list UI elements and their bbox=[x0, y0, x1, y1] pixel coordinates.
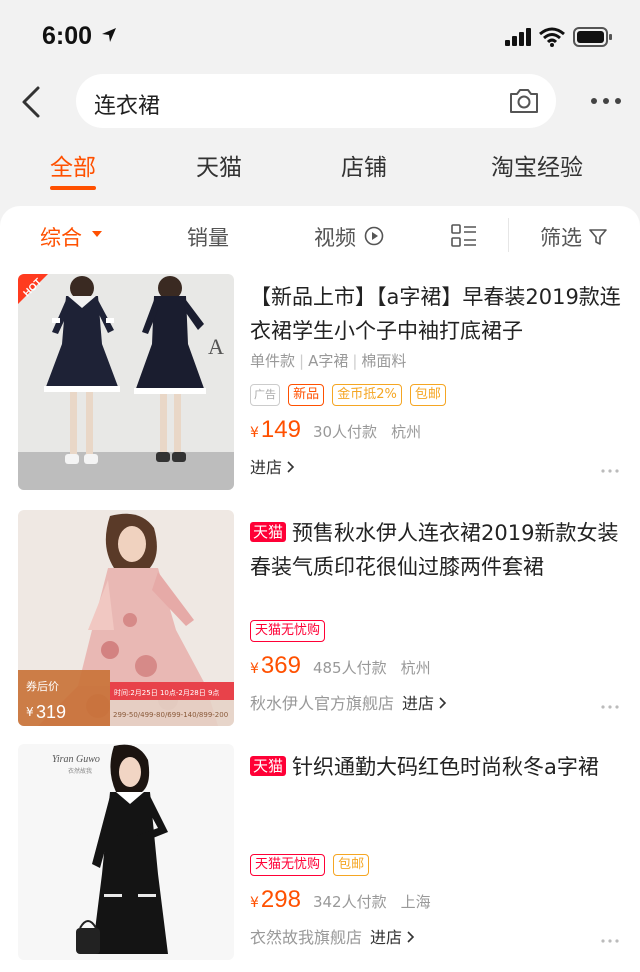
product-attributes: 单件款 | A字裙 | 棉面料 bbox=[250, 352, 407, 370]
store-name[interactable]: 衣然故我旗舰店 bbox=[250, 928, 362, 947]
tab-tmall[interactable]: 天猫 bbox=[196, 148, 242, 182]
battery-icon bbox=[573, 27, 612, 47]
more-icon[interactable] bbox=[590, 96, 622, 106]
product-image[interactable]: 券后价 ¥ 319 时间:2月25日 10点-2月28日 9点 299-50/4… bbox=[18, 510, 234, 726]
tmall-tag: 天猫 bbox=[250, 522, 287, 542]
search-query: 连衣裙 bbox=[94, 94, 161, 119]
image-brand: Yiran Guwo bbox=[52, 754, 100, 765]
price-row: ¥298 342人付款 上海 bbox=[250, 886, 431, 920]
product-badges: 广告 新品 金币抵2% 包邮 bbox=[250, 384, 449, 406]
sort-comprehensive[interactable]: 综合 bbox=[40, 222, 82, 252]
enter-store-link[interactable]: 进店 bbox=[250, 458, 295, 477]
chevron-right-icon bbox=[287, 461, 295, 473]
price: 369 bbox=[260, 652, 301, 679]
wifi-icon bbox=[539, 27, 565, 47]
camera-icon[interactable] bbox=[508, 87, 540, 115]
store-name[interactable]: 秋水伊人官方旗舰店 bbox=[250, 694, 394, 713]
sort-divider bbox=[508, 218, 509, 252]
caret-down-icon bbox=[92, 231, 102, 237]
filter-icon[interactable] bbox=[589, 228, 607, 246]
product-photo-dress-black: Yiran Guwo 衣然故我 bbox=[18, 744, 234, 960]
active-tab-indicator bbox=[50, 186, 96, 190]
promo-label: 券后价 bbox=[26, 679, 59, 693]
sold-count: 485人付款 bbox=[312, 659, 387, 677]
currency: ¥ bbox=[250, 895, 259, 911]
attribute: 单件款 bbox=[250, 352, 296, 370]
promo-price: 319 bbox=[36, 702, 66, 722]
sort-video[interactable]: 视频 bbox=[314, 222, 356, 252]
price-row: ¥369 485人付款 杭州 bbox=[250, 652, 431, 686]
more-icon[interactable] bbox=[601, 938, 619, 944]
product-title[interactable]: 天猫 预售秋水伊人连衣裙2019新款女装春装气质印花很仙过膝两件套裙 bbox=[250, 516, 622, 584]
tmall-worry-free-badge: 天猫无忧购 bbox=[250, 854, 326, 876]
product-card[interactable]: Yiran Guwo 衣然故我 天猫 针织通勤大码红色时尚秋冬a字裙 天猫无忧购 … bbox=[0, 744, 640, 972]
tmall-tag: 天猫 bbox=[250, 756, 287, 776]
attribute: 棉面料 bbox=[361, 352, 407, 370]
tab-all[interactable]: 全部 bbox=[50, 148, 96, 182]
status-bar: 6:00 bbox=[0, 0, 640, 72]
play-circle-icon bbox=[364, 226, 384, 246]
signal-icon bbox=[505, 28, 531, 46]
product-photo-dress-pink: 券后价 ¥ 319 时间:2月25日 10点-2月28日 9点 299-50/4… bbox=[18, 510, 234, 726]
product-badges: 天猫无忧购 包邮 bbox=[250, 854, 372, 876]
more-icon[interactable] bbox=[601, 704, 619, 710]
promo-time: 时间:2月25日 10点-2月28日 9点 bbox=[114, 688, 219, 697]
product-image[interactable]: Yiran Guwo 衣然故我 bbox=[18, 744, 234, 960]
tab-shops[interactable]: 店铺 bbox=[341, 148, 387, 182]
store-row: 进店 bbox=[250, 454, 295, 478]
sold-count: 30人付款 bbox=[312, 423, 378, 441]
product-card[interactable]: A HOT 【新品上市】【a字裙】早春装2019款连衣裙学生小个子中袖打底裙子 … bbox=[0, 274, 640, 512]
product-photo-dress-navy: A HOT bbox=[18, 274, 234, 490]
back-arrow-icon[interactable] bbox=[16, 84, 46, 120]
category-tabs: 全部 天猫 店铺 淘宝经验 bbox=[0, 140, 640, 200]
price-row: ¥149 30人付款 杭州 bbox=[250, 416, 421, 450]
location: 杭州 bbox=[400, 659, 431, 677]
currency: ¥ bbox=[250, 425, 259, 441]
currency: ¥ bbox=[250, 661, 259, 677]
chevron-right-icon bbox=[439, 697, 447, 709]
attribute: A字裙 bbox=[308, 352, 349, 370]
sort-bar: 综合 销量 视频 筛选 bbox=[0, 206, 640, 264]
sort-sales[interactable]: 销量 bbox=[187, 222, 229, 252]
ad-badge: 广告 bbox=[250, 384, 280, 406]
results-panel: 综合 销量 视频 筛选 A HOT 【新品上市】【a字裙】早春装2019款连衣裙… bbox=[0, 206, 640, 972]
product-image[interactable]: A HOT bbox=[18, 274, 234, 490]
price: 149 bbox=[260, 416, 301, 443]
price: 298 bbox=[260, 886, 301, 913]
status-time: 6:00 bbox=[42, 22, 93, 50]
location: 杭州 bbox=[391, 423, 422, 441]
free-shipping-badge: 包邮 bbox=[409, 384, 446, 406]
search-input[interactable]: 连衣裙 bbox=[76, 74, 556, 128]
product-card[interactable]: 券后价 ¥ 319 时间:2月25日 10点-2月28日 9点 299-50/4… bbox=[0, 510, 640, 748]
coin-badge: 金币抵2% bbox=[332, 384, 402, 406]
sort-filter[interactable]: 筛选 bbox=[540, 222, 582, 252]
promo-currency: ¥ bbox=[26, 705, 34, 719]
new-badge: 新品 bbox=[288, 384, 325, 406]
enter-store-link[interactable]: 进店 bbox=[370, 928, 415, 947]
enter-store-link[interactable]: 进店 bbox=[402, 694, 447, 713]
free-shipping-badge: 包邮 bbox=[333, 854, 370, 876]
tab-taobao-experience[interactable]: 淘宝经验 bbox=[491, 148, 583, 182]
product-title[interactable]: 【新品上市】【a字裙】早春装2019款连衣裙学生小个子中袖打底裙子 bbox=[250, 280, 622, 348]
product-badges: 天猫无忧购 bbox=[250, 620, 328, 642]
chevron-right-icon bbox=[407, 931, 415, 943]
list-view-icon[interactable] bbox=[451, 224, 477, 248]
promo-deals: 299-50/499-80/699-140/899-200 bbox=[113, 711, 228, 719]
more-icon[interactable] bbox=[601, 468, 619, 474]
sold-count: 342人付款 bbox=[312, 893, 387, 911]
search-header: 连衣裙 bbox=[0, 72, 640, 132]
store-row: 秋水伊人官方旗舰店 进店 bbox=[250, 690, 447, 714]
image-caption: A bbox=[208, 334, 224, 359]
product-title[interactable]: 天猫 针织通勤大码红色时尚秋冬a字裙 bbox=[250, 750, 622, 784]
location-arrow-icon bbox=[102, 28, 116, 42]
location: 上海 bbox=[400, 893, 431, 911]
store-row: 衣然故我旗舰店 进店 bbox=[250, 924, 415, 948]
tmall-worry-free-badge: 天猫无忧购 bbox=[250, 620, 326, 642]
image-brand-sub: 衣然故我 bbox=[68, 767, 92, 775]
